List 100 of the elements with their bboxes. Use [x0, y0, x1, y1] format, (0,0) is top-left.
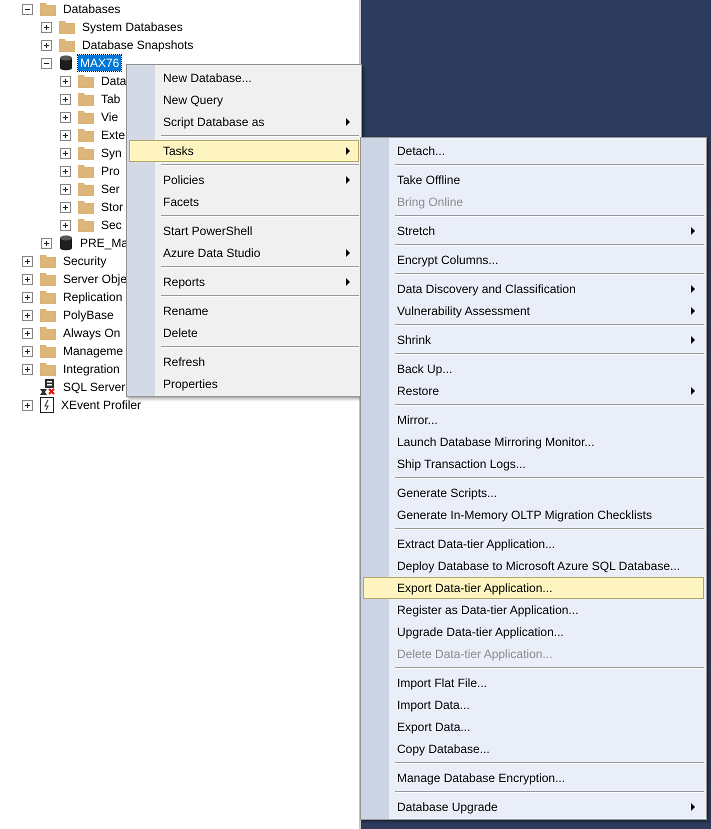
menu-item[interactable]: Shrink	[363, 329, 704, 351]
folder-icon	[40, 272, 56, 286]
expand-icon[interactable]	[22, 310, 33, 320]
menu-item[interactable]: Script Database as	[129, 111, 359, 133]
menu-item[interactable]: Generate Scripts...	[363, 482, 704, 504]
menu-item[interactable]: Rename	[129, 300, 359, 322]
menu-item[interactable]: Azure Data Studio	[129, 242, 359, 264]
menu-item[interactable]: Import Flat File...	[363, 672, 704, 694]
menu-item[interactable]: Take Offline	[363, 169, 704, 191]
menu-item[interactable]: Manage Database Encryption...	[363, 767, 704, 789]
menu-item[interactable]: Reports	[129, 271, 359, 293]
menu-item[interactable]: Extract Data-tier Application...	[363, 533, 704, 555]
tree-item[interactable]: PolyBase	[61, 307, 116, 323]
menu-item[interactable]: Encrypt Columns...	[363, 249, 704, 271]
tree-item[interactable]: MAX76	[78, 55, 122, 71]
folder-icon	[40, 308, 56, 322]
folder-icon	[78, 92, 94, 106]
tree-item[interactable]: Pro	[99, 163, 122, 179]
menu-item[interactable]: Stretch	[363, 220, 704, 242]
collapse-icon[interactable]	[41, 58, 52, 68]
expand-icon[interactable]	[60, 184, 71, 194]
tree-item[interactable]: Tab	[99, 91, 122, 107]
tree-item[interactable]: Sec	[99, 217, 124, 233]
database-icon	[59, 55, 73, 71]
expand-icon[interactable]	[22, 256, 33, 266]
tree-item[interactable]: Syn	[99, 145, 124, 161]
database-icon	[59, 235, 73, 251]
menu-item[interactable]: Facets	[129, 191, 359, 213]
tree-item[interactable]: Security	[61, 253, 108, 269]
menu-item[interactable]: New Database...	[129, 67, 359, 89]
expand-icon[interactable]	[22, 400, 33, 410]
expand-icon[interactable]	[41, 238, 52, 248]
tree-item[interactable]: Server Obje	[61, 271, 130, 287]
menu-item[interactable]: Export Data-tier Application...	[363, 577, 704, 599]
expand-icon[interactable]	[60, 130, 71, 140]
menu-item[interactable]: Refresh	[129, 351, 359, 373]
folder-icon	[78, 128, 94, 142]
expand-icon[interactable]	[60, 148, 71, 158]
tree-item[interactable]: Replication	[61, 289, 124, 305]
expand-icon[interactable]	[60, 112, 71, 122]
menu-item[interactable]: Upgrade Data-tier Application...	[363, 621, 704, 643]
expand-icon[interactable]	[22, 274, 33, 284]
folder-icon	[59, 20, 75, 34]
expand-icon[interactable]	[60, 94, 71, 104]
folder-icon	[40, 2, 56, 16]
collapse-icon[interactable]	[22, 4, 33, 14]
menu-item[interactable]: Copy Database...	[363, 738, 704, 760]
expand-icon[interactable]	[22, 364, 33, 374]
menu-item[interactable]: New Query	[129, 89, 359, 111]
expand-icon[interactable]	[60, 220, 71, 230]
menu-item[interactable]: Deploy Database to Microsoft Azure SQL Database...	[363, 555, 704, 577]
folder-icon	[78, 200, 94, 214]
menu-item[interactable]: Restore	[363, 380, 704, 402]
tree-item[interactable]: System Databases	[80, 19, 185, 35]
tree-item[interactable]: Stor	[99, 199, 126, 215]
tree-item[interactable]: Ser	[99, 181, 122, 197]
folder-icon	[59, 38, 75, 52]
menu-item[interactable]: Start PowerShell	[129, 220, 359, 242]
menu-item[interactable]: Database Upgrade	[363, 796, 704, 818]
menu-item[interactable]: Back Up...	[363, 358, 704, 380]
tree-item[interactable]: Integration	[61, 361, 122, 377]
tree-item[interactable]: Database Snapshots	[80, 37, 196, 53]
tree-item[interactable]: XEvent Profiler	[59, 397, 144, 413]
expand-icon[interactable]	[22, 328, 33, 338]
expand-icon[interactable]	[60, 166, 71, 176]
menu-item[interactable]: Ship Transaction Logs...	[363, 453, 704, 475]
expand-icon[interactable]	[41, 22, 52, 32]
menu-item[interactable]: Launch Database Mirroring Monitor...	[363, 431, 704, 453]
folder-icon	[40, 326, 56, 340]
folder-icon	[40, 344, 56, 358]
expand-icon[interactable]	[41, 40, 52, 50]
menu-item[interactable]: Import Data...	[363, 694, 704, 716]
menu-item[interactable]: Policies	[129, 169, 359, 191]
tree-item[interactable]: Data	[99, 73, 128, 89]
tree-item[interactable]: SQL Server	[61, 379, 128, 395]
folder-icon	[40, 290, 56, 304]
folder-icon	[78, 146, 94, 160]
menu-item[interactable]: Mirror...	[363, 409, 704, 431]
folder-icon	[78, 182, 94, 196]
expand-icon[interactable]	[60, 202, 71, 212]
tree-item[interactable]: Exte	[99, 127, 128, 143]
menu-item[interactable]: Data Discovery and Classification	[363, 278, 704, 300]
menu-item[interactable]: Export Data...	[363, 716, 704, 738]
menu-item[interactable]: Generate In-Memory OLTP Migration Checklists	[363, 504, 704, 526]
expand-icon[interactable]	[22, 292, 33, 302]
menu-item[interactable]: Delete	[129, 322, 359, 344]
tree-item[interactable]: Manageme	[61, 343, 126, 359]
menu-item[interactable]: Detach...	[363, 140, 704, 162]
menu-item[interactable]: Register as Data-tier Application...	[363, 599, 704, 621]
tree-item[interactable]: Databases	[61, 1, 122, 17]
expand-icon[interactable]	[60, 76, 71, 86]
document-icon	[40, 397, 54, 413]
folder-icon	[40, 254, 56, 268]
tree-item[interactable]: Vie	[99, 109, 120, 125]
menu-item[interactable]: Tasks	[129, 140, 359, 162]
menu-item[interactable]: Vulnerability Assessment	[363, 300, 704, 322]
tree-item[interactable]: Always On	[61, 325, 122, 341]
menu-item[interactable]: Properties	[129, 373, 359, 395]
expand-icon[interactable]	[22, 346, 33, 356]
folder-icon	[78, 218, 94, 232]
